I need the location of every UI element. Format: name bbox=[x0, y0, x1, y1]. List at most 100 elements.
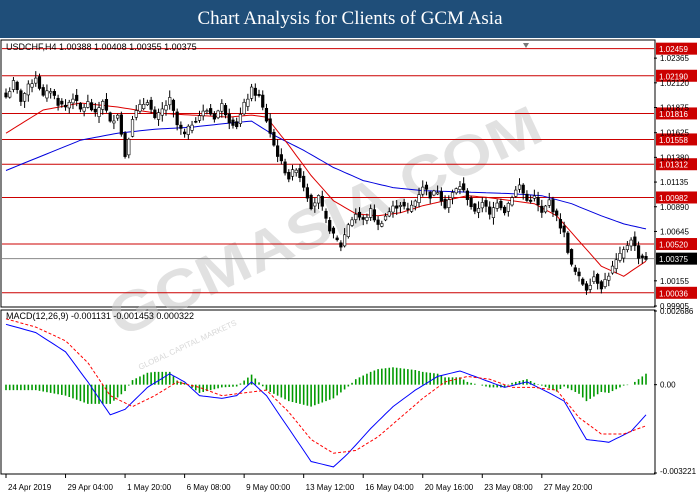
price-panel-title: USDCHF,H4 1.00388 1.00408 1.00355 1.0037… bbox=[6, 42, 197, 52]
candle-body-151 bbox=[566, 232, 570, 253]
price-tick-label-6: 1.00890 bbox=[660, 203, 689, 212]
candle-body-168 bbox=[629, 239, 633, 247]
time-tick-label-9: 27 May 20:00 bbox=[544, 483, 593, 492]
candle-body-78 bbox=[294, 169, 298, 173]
candle-body-21 bbox=[82, 107, 86, 112]
candle-body-38 bbox=[145, 102, 149, 106]
candle-body-103 bbox=[387, 211, 391, 217]
candle-body-9 bbox=[37, 76, 42, 89]
candle-body-19 bbox=[75, 94, 79, 101]
candle-body-71 bbox=[268, 118, 272, 134]
candle-body-101 bbox=[380, 223, 384, 227]
candle-body-163 bbox=[610, 265, 615, 274]
price-tick-label-7: 1.00645 bbox=[660, 227, 689, 236]
candle-body-98 bbox=[369, 208, 373, 218]
candle-body-1 bbox=[8, 91, 12, 98]
candle-body-12 bbox=[49, 91, 53, 94]
candle-body-10 bbox=[41, 87, 45, 96]
candle-body-4 bbox=[19, 90, 23, 102]
candle-body-18 bbox=[71, 98, 75, 104]
candle-body-83 bbox=[313, 202, 317, 207]
candle-body-60 bbox=[227, 113, 231, 124]
candle-body-118 bbox=[443, 198, 447, 209]
candle-body-99 bbox=[372, 209, 376, 221]
candle-body-30 bbox=[116, 114, 120, 119]
candle-body-7 bbox=[30, 83, 34, 88]
candle-body-143 bbox=[536, 197, 540, 206]
candle-body-28 bbox=[108, 112, 112, 122]
candle-body-105 bbox=[395, 205, 399, 209]
candle-body-29 bbox=[112, 120, 116, 124]
candle-body-122 bbox=[458, 186, 462, 190]
candle-body-161 bbox=[603, 279, 607, 287]
candle-body-20 bbox=[78, 102, 83, 110]
candle-body-22 bbox=[86, 101, 90, 108]
candle-body-139 bbox=[521, 184, 525, 194]
price-tick-label-8: 1.00155 bbox=[660, 277, 689, 286]
candle-body-45 bbox=[171, 99, 176, 111]
candle-body-146 bbox=[547, 199, 551, 206]
candle-body-93 bbox=[350, 219, 354, 226]
candle-body-35 bbox=[134, 110, 138, 118]
candle-body-117 bbox=[439, 191, 443, 202]
candle-body-158 bbox=[592, 276, 596, 282]
price-tick-label-2: 1.01875 bbox=[660, 104, 689, 113]
macd-panel-title: MACD(12,26,9) -0.001131 -0.001453 0.0003… bbox=[6, 311, 194, 321]
candle-body-27 bbox=[104, 98, 109, 111]
candle-body-160 bbox=[599, 281, 603, 290]
candle-body-162 bbox=[607, 275, 611, 281]
candle-body-128 bbox=[480, 202, 484, 209]
candle-body-138 bbox=[517, 184, 522, 190]
candle-body-47 bbox=[179, 124, 183, 129]
macd-tick-label-0: 0.002686 bbox=[660, 307, 694, 316]
macd-tick-label-1: 0.00 bbox=[660, 381, 676, 390]
price-tick-label-3: 1.01625 bbox=[660, 129, 689, 138]
candle-body-41 bbox=[156, 112, 161, 120]
candle-body-131 bbox=[491, 207, 496, 218]
macd-axis: 0.002686 0.00 -0.003221 bbox=[654, 307, 697, 476]
candle-body-54 bbox=[205, 110, 209, 112]
candle-body-88 bbox=[331, 227, 336, 234]
candle-body-48 bbox=[183, 131, 187, 135]
candle-body-5 bbox=[23, 93, 27, 102]
time-tick-label-7: 20 May 16:00 bbox=[425, 483, 474, 492]
candle-body-23 bbox=[89, 102, 94, 111]
candle-body-42 bbox=[160, 108, 164, 116]
candle-body-80 bbox=[302, 175, 306, 188]
candle-body-172 bbox=[644, 256, 648, 260]
candle-body-127 bbox=[476, 208, 481, 213]
candle-body-140 bbox=[525, 193, 529, 201]
candle-body-34 bbox=[130, 119, 135, 137]
time-tick-label-3: 6 May 08:00 bbox=[187, 483, 232, 492]
candle-body-70 bbox=[264, 107, 269, 122]
candle-body-104 bbox=[391, 205, 395, 213]
candle-body-37 bbox=[142, 104, 146, 110]
candle-body-124 bbox=[465, 190, 469, 200]
candle-body-94 bbox=[354, 214, 358, 220]
candle-body-58 bbox=[220, 103, 224, 112]
candle-body-107 bbox=[402, 201, 406, 207]
candle-body-65 bbox=[246, 98, 250, 107]
candle-body-164 bbox=[614, 259, 618, 269]
candle-body-156 bbox=[584, 283, 589, 291]
time-tick-label-5: 13 May 12:00 bbox=[306, 483, 355, 492]
time-tick-label-4: 9 May 00:00 bbox=[246, 483, 291, 492]
candle-body-89 bbox=[335, 237, 339, 241]
candle-body-6 bbox=[26, 83, 30, 96]
candle-body-136 bbox=[510, 197, 514, 206]
candle-body-82 bbox=[309, 194, 313, 210]
candle-body-135 bbox=[506, 202, 510, 212]
candle-body-148 bbox=[555, 210, 559, 216]
candle-body-25 bbox=[97, 107, 101, 117]
candle-body-125 bbox=[469, 197, 473, 208]
candle-body-120 bbox=[450, 192, 455, 199]
candle-body-24 bbox=[93, 108, 97, 113]
candle-body-55 bbox=[209, 108, 213, 115]
candle-body-50 bbox=[190, 124, 194, 131]
time-tick-label-6: 16 May 04:00 bbox=[365, 483, 414, 492]
candle-body-44 bbox=[168, 97, 172, 106]
candle-body-17 bbox=[67, 102, 71, 109]
candle-body-150 bbox=[562, 225, 566, 233]
candle-body-134 bbox=[503, 206, 507, 214]
candle-body-170 bbox=[636, 245, 641, 259]
